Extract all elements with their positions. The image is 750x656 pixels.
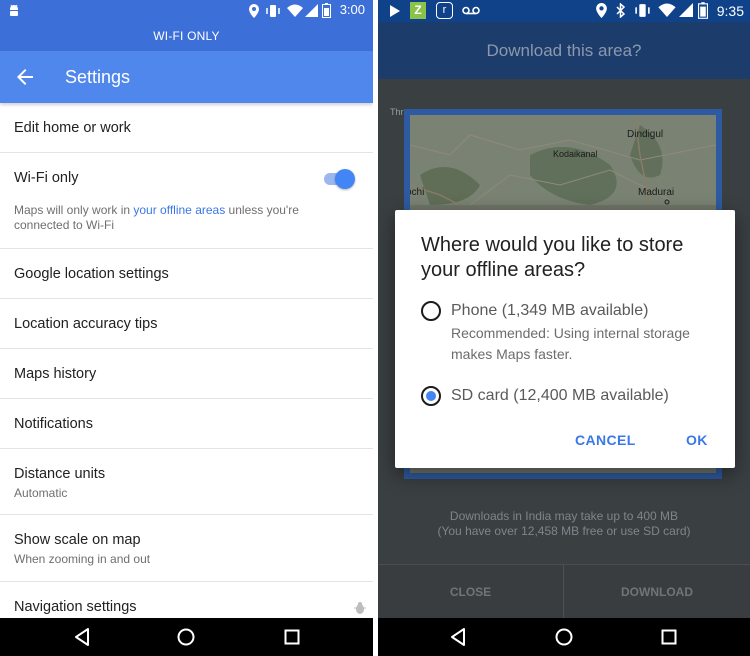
map-label-thr: Thr — [390, 107, 404, 117]
home-nav-icon[interactable] — [554, 627, 574, 647]
setting-notifications[interactable]: Notifications — [0, 399, 373, 449]
recents-nav-icon[interactable] — [659, 627, 679, 647]
status-time: 3:00 — [339, 2, 365, 17]
signal-icon — [679, 3, 693, 17]
status-bar: 3:00 — [0, 0, 373, 22]
note-line-1: Downloads in India may take up to 400 MB — [449, 509, 679, 523]
app-bar: Settings — [0, 51, 373, 103]
download-size-note: Downloads in India may take up to 400 MB… — [378, 509, 750, 539]
setting-description: Maps will only work in your offline area… — [14, 203, 334, 233]
cancel-button[interactable]: CANCEL — [575, 432, 636, 448]
setting-title: Notifications — [14, 416, 93, 432]
back-nav-icon[interactable] — [448, 627, 468, 647]
map-label-kodaikanal: Kodaikanal — [553, 149, 598, 159]
setting-show-scale[interactable]: Show scale on map When zooming in and ou… — [0, 515, 373, 582]
download-title: Download this area? — [486, 41, 642, 60]
setting-value: Automatic — [14, 486, 68, 500]
location-icon — [249, 4, 259, 18]
setting-title: Edit home or work — [14, 120, 131, 136]
play-icon — [390, 5, 400, 17]
phone-storage-radio[interactable] — [421, 301, 441, 321]
setting-wifi-only[interactable]: Wi-Fi only Maps will only work in your o… — [0, 153, 373, 249]
status-bar: Z r 9:35 — [378, 0, 750, 22]
download-area-screen: Z r 9:35 Download this area? Dindigul Ko… — [378, 0, 750, 656]
dialog-title: Where would you like to store your offli… — [421, 234, 684, 281]
sd-card-storage-label[interactable]: SD card (12,400 MB available) — [451, 387, 669, 405]
toggle-thumb — [335, 169, 355, 189]
phone-storage-description: Recommended: Using internal storage make… — [451, 325, 690, 362]
navigation-bar — [0, 618, 373, 656]
wifi-icon — [658, 3, 676, 17]
setting-distance-units[interactable]: Distance units Automatic — [0, 449, 373, 515]
offline-areas-link[interactable]: your offline areas — [133, 203, 225, 217]
sd-card-storage-radio[interactable] — [421, 386, 441, 406]
setting-title: Google location settings — [14, 266, 169, 282]
home-nav-icon[interactable] — [176, 627, 196, 647]
battery-icon — [322, 3, 331, 18]
back-arrow-icon[interactable] — [13, 65, 37, 89]
setting-location-accuracy[interactable]: Location accuracy tips — [0, 299, 373, 349]
radio-selected-dot — [426, 391, 436, 401]
note-line-2: (You have over 12,458 MB free or use SD … — [437, 524, 691, 538]
setting-title: Location accuracy tips — [14, 316, 158, 332]
navigation-bar — [378, 618, 750, 656]
setting-title: Distance units — [14, 466, 106, 482]
bluetooth-icon — [616, 3, 626, 18]
setting-value: When zooming in and out — [14, 552, 151, 566]
description-text: Maps will only work in — [14, 203, 134, 217]
android-debug-icon — [10, 4, 18, 16]
wifi-only-toggle[interactable] — [322, 169, 355, 189]
download-header: Download this area? — [378, 22, 750, 79]
setting-title: Maps history — [14, 366, 97, 382]
location-icon — [596, 3, 607, 18]
wifi-icon — [287, 4, 303, 17]
status-time: 9:35 — [716, 3, 744, 19]
setting-google-location[interactable]: Google location settings — [0, 249, 373, 299]
map-label-dindigul: Dindigul — [627, 129, 664, 140]
download-button[interactable]: DOWNLOAD — [564, 565, 750, 619]
storage-location-dialog: Where would you like to store your offli… — [395, 210, 735, 468]
vibrate-icon — [266, 5, 280, 17]
setting-title: Navigation settings — [14, 599, 137, 615]
ok-button[interactable]: OK — [686, 432, 708, 448]
bottom-actions: CLOSE DOWNLOAD — [378, 564, 750, 619]
page-title: Settings — [65, 67, 131, 87]
r-app-icon: r — [436, 2, 453, 19]
bug-report-icon[interactable] — [353, 601, 367, 615]
map-label-kochi: ochi — [406, 187, 425, 198]
z-app-icon: Z — [410, 2, 426, 19]
setting-title: Show scale on map — [14, 532, 141, 548]
battery-icon — [698, 2, 708, 19]
back-nav-icon[interactable] — [72, 627, 92, 647]
voicemail-icon — [462, 6, 480, 15]
close-button[interactable]: CLOSE — [378, 565, 563, 619]
settings-screen: 3:00 WI-FI ONLY Settings Edit home or wo… — [0, 0, 373, 656]
map-label-madurai: Madurai — [638, 187, 675, 198]
vibrate-icon — [635, 4, 650, 17]
signal-icon — [305, 4, 318, 17]
wifi-only-banner: WI-FI ONLY — [0, 22, 373, 51]
setting-title: Wi-Fi only — [14, 170, 79, 186]
recents-nav-icon[interactable] — [282, 627, 302, 647]
setting-edit-home-work[interactable]: Edit home or work — [0, 103, 373, 153]
phone-storage-label[interactable]: Phone (1,349 MB available) — [451, 302, 648, 320]
setting-maps-history[interactable]: Maps history — [0, 349, 373, 399]
